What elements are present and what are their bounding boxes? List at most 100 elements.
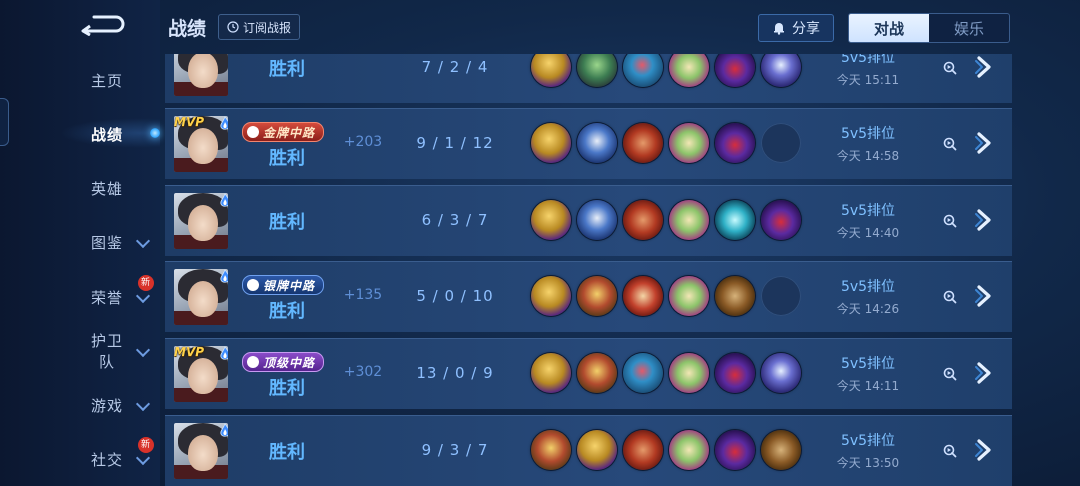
match-row[interactable]: 胜利 6 / 3 / 7 5v5排位今天 14:40: [165, 185, 1012, 256]
red-tome-icon: [623, 123, 663, 163]
chevron-right-icon[interactable]: [971, 55, 995, 79]
orb-staff-icon: [623, 353, 663, 393]
sidebar-item-label: 社交: [90, 450, 123, 469]
game-mode: 5v5排位: [840, 433, 896, 449]
replay-icon[interactable]: [943, 367, 957, 381]
match-row[interactable]: MVP 顶级中路 胜利 +302 13 / 0 / 9 5v5排位 今天 14:11: [165, 338, 1012, 409]
chevron-down-icon: [135, 396, 151, 412]
sidebar-edge-handle[interactable]: [0, 98, 9, 146]
sidebar-item[interactable]: 荣誉新: [60, 275, 154, 315]
sidebar-item-label: 主页: [90, 71, 123, 90]
purple-hood-icon: [715, 54, 755, 87]
replay-icon[interactable]: [943, 61, 957, 75]
bell-icon: [774, 23, 784, 35]
empty-item-slot: [761, 123, 801, 163]
blue-boots-icon: [577, 123, 617, 163]
sidebar-item[interactable]: 战绩: [60, 116, 154, 152]
tier-badge: 金牌中路: [242, 122, 325, 142]
gold-relic-icon: [531, 276, 571, 316]
tier-badge: 顶级中路: [242, 352, 325, 372]
share-button[interactable]: 分享: [758, 14, 834, 42]
sidebar-item-label: 游戏: [90, 396, 123, 415]
match-time: 今天 14:11: [836, 379, 900, 393]
sidebar-item[interactable]: 社交新: [60, 437, 154, 477]
match-result: 胜利: [269, 442, 305, 463]
chevron-right-icon[interactable]: [971, 284, 995, 308]
chevron-right-icon[interactable]: [971, 361, 995, 385]
match-result: 胜利: [269, 378, 305, 399]
chevron-right-icon[interactable]: [971, 131, 995, 155]
match-result: 胜利: [269, 301, 305, 322]
orb-staff-icon: [623, 54, 663, 87]
purple-hood-icon: [715, 353, 755, 393]
match-list: 胜利 7 / 2 / 4 5v5排位 今天 15:11 MVP 金牌中路 胜利 +203 9 /…: [165, 54, 1012, 486]
sidebar-item-label: 战绩: [90, 125, 123, 144]
sidebar-item[interactable]: 护卫队: [60, 332, 154, 371]
sidebar-item[interactable]: 主页: [60, 62, 154, 98]
spellbook-icon: [669, 200, 709, 240]
back-arrow-icon[interactable]: [80, 14, 126, 36]
game-mode: 5v5排位: [840, 279, 896, 295]
match-result: 胜利: [269, 148, 305, 169]
purple-hood-icon: [761, 200, 801, 240]
match-row[interactable]: MVP 金牌中路 胜利 +203 9 / 1 / 12 5v5排位 今天 14:58: [165, 108, 1012, 179]
match-time: 今天 13:50: [836, 456, 900, 470]
score-delta: +135: [343, 287, 383, 303]
match-time: 今天 14:40: [836, 226, 900, 240]
tier-badge: 银牌中路: [242, 275, 325, 295]
hero-avatar: [174, 193, 228, 249]
sidebar-item[interactable]: 游戏: [60, 387, 154, 423]
red-tome-icon: [623, 200, 663, 240]
subscribe-report-button[interactable]: 订阅战报: [218, 14, 301, 40]
gold-boots-icon: [577, 276, 617, 316]
rank-flame-icon: [220, 346, 228, 360]
match-row[interactable]: 银牌中路胜利 +135 5 / 0 / 10 5v5排位今天 14:26: [165, 261, 1012, 332]
kda-value: 13 / 0 / 9: [416, 364, 494, 382]
tab-entertainment[interactable]: 娱乐: [929, 14, 1009, 42]
match-row[interactable]: 胜利 7 / 2 / 4 5v5排位 今天 15:11: [165, 54, 1012, 103]
match-time: 今天 14:58: [836, 149, 900, 163]
rank-flame-icon: [220, 423, 228, 437]
game-mode: 5v5排位: [840, 356, 896, 372]
match-time: 今天 14:26: [836, 302, 900, 316]
green-boots-icon: [577, 54, 617, 87]
mage-hat-icon: [761, 54, 801, 87]
hero-avatar: [174, 54, 228, 96]
wooden-tome-icon: [715, 276, 755, 316]
match-row[interactable]: 胜利 9 / 3 / 7 5v5排位 今天 13:50: [165, 415, 1012, 486]
chevron-right-icon[interactable]: [971, 438, 995, 462]
gold-relic-icon: [531, 123, 571, 163]
lane-icon: [247, 356, 259, 368]
game-mode: 5v5排位: [840, 203, 896, 219]
match-result: 胜利: [269, 59, 305, 80]
match-time: 今天 15:11: [836, 73, 900, 87]
new-badge: 新: [138, 437, 154, 453]
match-history-screen: 主页 战绩 英雄 图鉴 荣誉新护卫队 游戏 社交新 战绩 订阅战报 分享 对战 娱乐 胜利 7…: [0, 0, 1080, 486]
hero-avatar: [174, 269, 228, 325]
spellbook-icon: [669, 430, 709, 470]
sidebar-item[interactable]: 英雄: [60, 170, 154, 206]
sidebar-item[interactable]: 图鉴: [60, 224, 154, 260]
spellbook-icon: [669, 54, 709, 87]
red-tome-icon: [623, 430, 663, 470]
match-result: 胜利: [269, 212, 305, 233]
teal-blade-icon: [715, 200, 755, 240]
lane-icon: [247, 279, 259, 291]
sidebar-item-label: 英雄: [90, 179, 123, 198]
kda-value: 5 / 0 / 10: [416, 287, 494, 305]
chevron-right-icon[interactable]: [971, 208, 995, 232]
purple-hood-icon: [715, 430, 755, 470]
replay-icon[interactable]: [943, 290, 957, 304]
replay-icon[interactable]: [943, 444, 957, 458]
game-mode: 5v5排位: [840, 54, 896, 66]
parchment-icon: [623, 276, 663, 316]
tier-badge-label: 顶级中路: [263, 355, 316, 370]
replay-icon[interactable]: [943, 214, 957, 228]
chevron-down-icon: [135, 342, 151, 358]
kda-value: 6 / 3 / 7: [421, 211, 489, 229]
replay-icon[interactable]: [943, 137, 957, 151]
mvp-label: MVP: [174, 345, 205, 359]
spellbook-icon: [669, 353, 709, 393]
tab-battle[interactable]: 对战: [849, 14, 929, 42]
tier-badge-label: 金牌中路: [263, 125, 316, 140]
